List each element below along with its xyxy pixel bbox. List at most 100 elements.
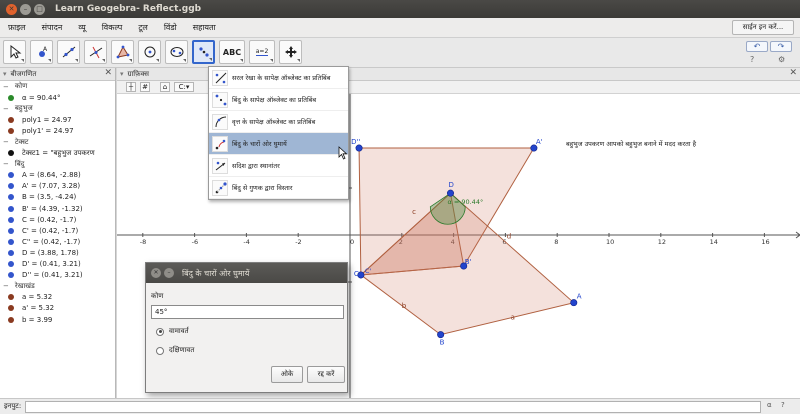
visibility-toggle-icon[interactable]: [8, 194, 14, 201]
algebra-object-row[interactable]: D = (3.88, 1.78): [0, 247, 115, 258]
home-view-button[interactable]: ⌂: [160, 82, 170, 92]
dropdown-item-rotate-point[interactable]: बिंदु के चारों ओर घुमायें: [209, 133, 348, 155]
algebra-object-row[interactable]: a = 5.32: [0, 292, 115, 303]
radio-counterclockwise[interactable]: [156, 327, 164, 336]
visibility-toggle-icon[interactable]: [8, 216, 14, 223]
algebra-category[interactable]: − रेखाखंड: [0, 281, 115, 292]
visibility-toggle-icon[interactable]: [8, 116, 14, 123]
menu-help[interactable]: सहायता: [185, 22, 224, 33]
visibility-toggle-icon[interactable]: [8, 172, 14, 179]
algebra-category[interactable]: − कोण: [0, 81, 115, 92]
alpha-symbols-icon[interactable]: α: [767, 401, 772, 409]
close-algebra-icon[interactable]: ✕: [104, 68, 112, 78]
algebra-object-row[interactable]: A = (8.64, -2.88): [0, 170, 115, 181]
visibility-toggle-icon[interactable]: [8, 127, 14, 134]
menu-view[interactable]: व्यू: [70, 22, 93, 33]
input-help-icon[interactable]: ?: [781, 401, 785, 409]
segment-label-c[interactable]: c: [412, 208, 416, 216]
menu-options[interactable]: विकल्प: [94, 22, 131, 33]
window-close-button[interactable]: ✕: [6, 3, 17, 15]
menu-file[interactable]: फ़ाइल: [0, 22, 34, 33]
conic-tool[interactable]: [165, 40, 188, 64]
cancel-button[interactable]: रद्द करें: [307, 366, 345, 383]
collapse-icon[interactable]: −: [3, 282, 9, 290]
perpendicular-tool[interactable]: [84, 40, 107, 64]
point-label[interactable]: A: [577, 293, 582, 301]
angle-input[interactable]: 45°: [151, 305, 344, 319]
collapse-icon[interactable]: −: [3, 160, 9, 168]
algebra-category[interactable]: − बहुभुज: [0, 103, 115, 114]
algebra-object-row[interactable]: A' = (7.07, 3.28): [0, 181, 115, 192]
clockwise-option[interactable]: दक्षिणावत: [156, 346, 194, 355]
visibility-toggle-icon[interactable]: [8, 205, 14, 212]
algebra-object-row[interactable]: C' = (0.42, -1.7): [0, 225, 115, 236]
algebra-object-row[interactable]: poly1' = 24.97: [0, 125, 115, 136]
visibility-toggle-icon[interactable]: [8, 94, 14, 101]
point-label[interactable]: D: [448, 181, 453, 189]
help-icon[interactable]: ?: [750, 55, 754, 64]
reflect-tool[interactable]: [192, 40, 215, 64]
dropdown-item-reflect-circle[interactable]: वृत्त के सापेक्ष ऑब्जेक्ट का प्रतिबिंब: [209, 111, 348, 133]
segment-label-d[interactable]: d: [507, 233, 511, 241]
algebra-object-row[interactable]: D' = (0.41, 3.21): [0, 259, 115, 270]
point-label[interactable]: C': [365, 267, 372, 275]
settings-gear-icon[interactable]: ⚙: [778, 55, 785, 64]
move-tool[interactable]: [3, 40, 26, 64]
point-label[interactable]: D'': [351, 138, 360, 146]
algebra-category[interactable]: − टेक्स्ट: [0, 136, 115, 147]
window-minimize-button[interactable]: –: [20, 3, 31, 15]
command-input[interactable]: [25, 401, 761, 413]
algebra-category[interactable]: − बिंदु: [0, 159, 115, 170]
toggle-grid-button[interactable]: #: [140, 82, 150, 92]
dialog-minimize-button[interactable]: –: [164, 268, 174, 278]
menu-tools[interactable]: टूल: [130, 22, 155, 33]
text-tool[interactable]: ABC: [219, 40, 245, 64]
move-view-tool[interactable]: [279, 40, 302, 64]
algebra-object-row[interactable]: poly1 = 24.97: [0, 114, 115, 125]
algebra-object-row[interactable]: C = (0.42, -1.7): [0, 214, 115, 225]
toggle-axes-button[interactable]: ┼: [126, 82, 136, 92]
visibility-toggle-icon[interactable]: [8, 316, 14, 323]
visibility-toggle-icon[interactable]: [8, 183, 14, 190]
visibility-toggle-icon[interactable]: [8, 238, 14, 245]
visibility-toggle-icon[interactable]: [8, 249, 14, 256]
algebra-object-row[interactable]: a' = 5.32: [0, 303, 115, 314]
circle-tool[interactable]: [138, 40, 161, 64]
algebra-object-row[interactable]: टेक्स्ट1 = "बहुभुज उपकरण: [0, 148, 115, 159]
window-maximize-button[interactable]: □: [34, 3, 45, 15]
point-label[interactable]: A': [536, 138, 543, 146]
redo-button[interactable]: ↷: [770, 41, 792, 52]
collapse-icon[interactable]: −: [3, 83, 9, 91]
line-tool[interactable]: [57, 40, 80, 64]
undo-button[interactable]: ↶: [746, 41, 768, 52]
graphics-menu-icon[interactable]: ▾: [120, 70, 124, 78]
point-label[interactable]: B': [465, 258, 472, 266]
point-b[interactable]: [437, 331, 445, 339]
signin-button[interactable]: साईन इन करें...: [732, 20, 794, 35]
collapse-icon[interactable]: −: [3, 138, 9, 146]
radio-clockwise[interactable]: [156, 346, 164, 355]
counterclockwise-option[interactable]: वामावर्त: [156, 327, 189, 336]
algebra-object-row[interactable]: C'' = (0.42, -1.7): [0, 236, 115, 247]
visibility-toggle-icon[interactable]: [8, 150, 14, 157]
point-d[interactable]: [446, 189, 454, 197]
dropdown-item-reflect-point[interactable]: बिंदु के सापेक्ष ऑब्जेक्ट का प्रतिबिंब: [209, 89, 348, 111]
visibility-toggle-icon[interactable]: [8, 305, 14, 312]
point-tool[interactable]: A: [30, 40, 53, 64]
algebra-menu-icon[interactable]: ▾: [3, 70, 7, 78]
algebra-object-row[interactable]: α = 90.44°: [0, 92, 115, 103]
algebra-object-row[interactable]: D'' = (0.41, 3.21): [0, 270, 115, 281]
dropdown-item-translate-vector[interactable]: सदिश द्वारा स्थानांतर: [209, 155, 348, 177]
dropdown-item-reflect-line[interactable]: सरल रेखा के सापेक्ष ऑब्जेक्ट का प्रतिबिं…: [209, 67, 348, 89]
visibility-toggle-icon[interactable]: [8, 261, 14, 268]
point-label[interactable]: C: [354, 270, 359, 278]
segment-label-a[interactable]: a: [511, 314, 515, 322]
visibility-toggle-icon[interactable]: [8, 272, 14, 279]
point-label[interactable]: B: [440, 339, 445, 347]
close-graphics-icon[interactable]: ✕: [789, 68, 797, 78]
polygon-tool[interactable]: [111, 40, 134, 64]
segment-label-b[interactable]: b: [402, 302, 407, 310]
algebra-object-row[interactable]: B = (3.5, -4.24): [0, 192, 115, 203]
ok-button[interactable]: ओके: [271, 366, 303, 383]
dropdown-item-dilate[interactable]: बिंदु से गुणक द्वारा विस्तार: [209, 177, 348, 199]
